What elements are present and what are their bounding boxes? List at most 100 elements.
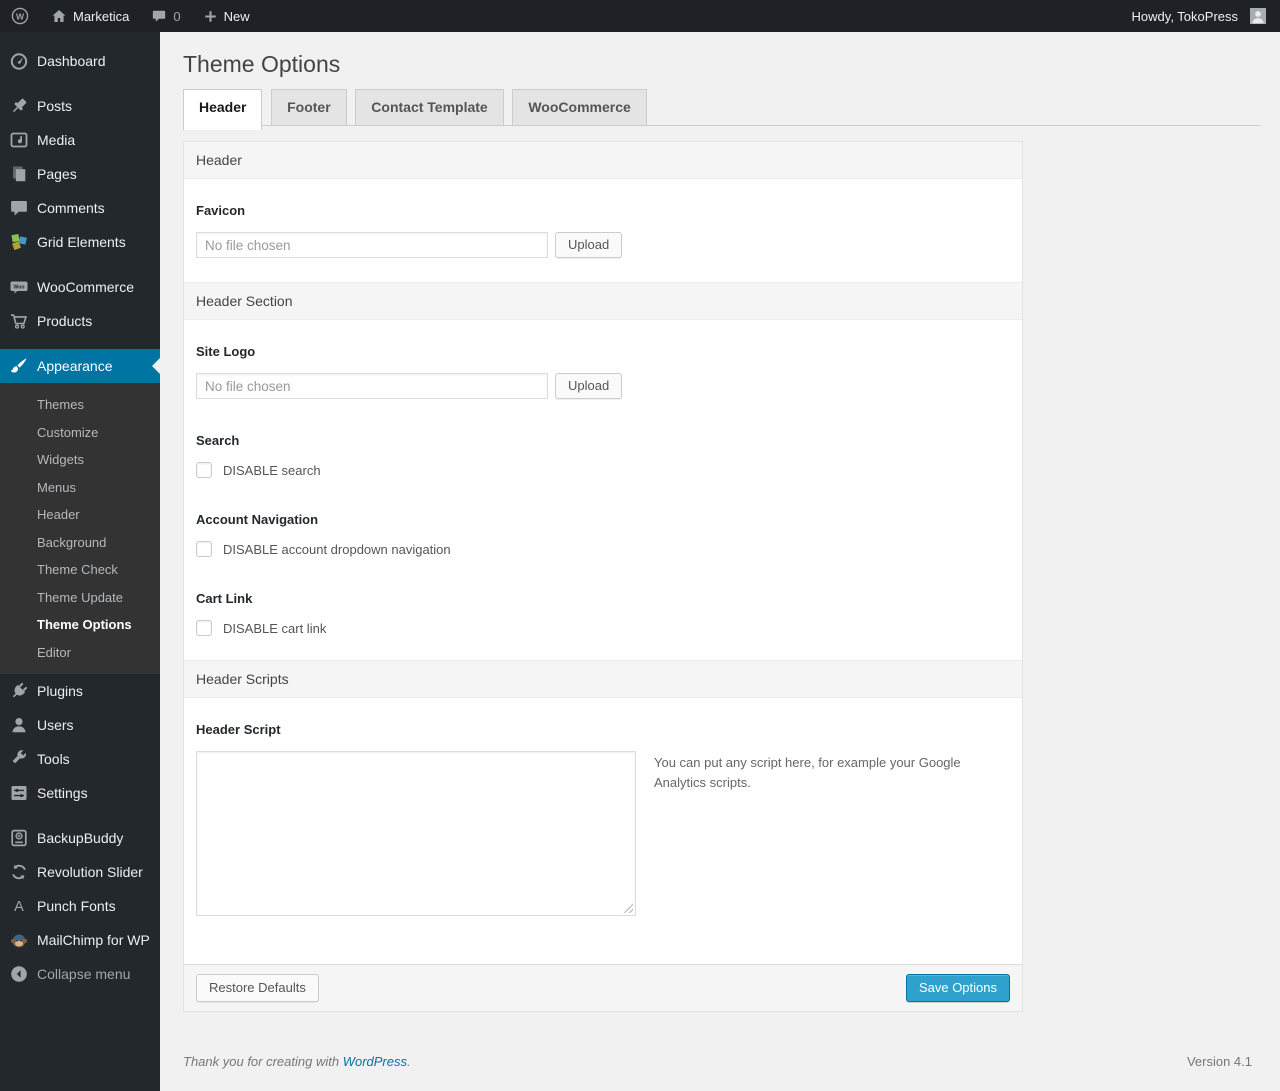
collapse-menu-button[interactable]: Collapse menu: [0, 957, 160, 991]
sidebar-item-backupbuddy[interactable]: BackupBuddy: [0, 821, 160, 855]
sidebar-item-posts[interactable]: Posts: [0, 89, 160, 123]
submenu-item-widgets[interactable]: Widgets: [0, 446, 160, 474]
search-label: Search: [196, 433, 240, 448]
pushpin-icon: [0, 96, 37, 116]
my-account-link[interactable]: Howdy, TokoPress: [1128, 0, 1242, 32]
mailchimp-monkey-icon: [0, 930, 37, 950]
page-title: Theme Options: [183, 51, 341, 77]
submenu-item-header[interactable]: Header: [0, 501, 160, 529]
section-header-body: Favicon Upload: [184, 179, 1022, 282]
sidebar-item-users[interactable]: Users: [0, 708, 160, 742]
avatar: [1250, 8, 1266, 24]
grid-elements-icon: [0, 232, 37, 252]
sidebar-item-comments[interactable]: Comments: [0, 191, 160, 225]
theme-options-panel: Header Favicon Upload Header Section Sit…: [183, 141, 1023, 1012]
sidebar-item-label: Punch Fonts: [37, 898, 116, 914]
wordpress-admin-screen: W Marketica 0 New Howdy, TokoPress Dashb…: [0, 0, 1280, 1091]
sidebar-item-mailchimp[interactable]: MailChimp for WP: [0, 923, 160, 957]
cart-link-field-group: Cart Link DISABLE cart link: [196, 591, 1010, 636]
restore-defaults-button[interactable]: Restore Defaults: [196, 974, 319, 1002]
new-label: New: [223, 8, 250, 24]
menu-separator: [0, 338, 160, 349]
user-icon: [0, 715, 37, 735]
site-name-link[interactable]: Marketica: [40, 0, 140, 32]
submenu-item-theme-update[interactable]: Theme Update: [0, 584, 160, 612]
tab-footer[interactable]: Footer: [271, 89, 347, 125]
comments-count-badge: 0: [173, 8, 181, 24]
sidebar-item-settings[interactable]: Settings: [0, 776, 160, 810]
section-header-section: Header Section: [184, 282, 1022, 320]
favicon-file-input[interactable]: [196, 232, 548, 258]
site-logo-label: Site Logo: [196, 344, 256, 359]
new-content-menu[interactable]: New: [192, 0, 261, 32]
tab-header[interactable]: Header: [183, 89, 263, 130]
favicon-upload-button[interactable]: Upload: [555, 232, 623, 258]
disable-account-nav-label[interactable]: DISABLE account dropdown navigation: [223, 542, 451, 557]
submenu-item-customize[interactable]: Customize: [0, 419, 160, 447]
comments-adminbar-link[interactable]: 0: [140, 0, 191, 32]
submenu-item-menus[interactable]: Menus: [0, 474, 160, 502]
sidebar-item-label: Grid Elements: [37, 234, 126, 250]
appearance-submenu: Themes Customize Widgets Menus Header Ba…: [0, 383, 160, 674]
svg-text:Woo: Woo: [13, 284, 24, 290]
sidebar-item-label: Media: [37, 132, 76, 148]
sidebar-item-label: Tools: [37, 751, 70, 767]
sidebar-item-punch-fonts[interactable]: A Punch Fonts: [0, 889, 160, 923]
site-logo-file-input[interactable]: [196, 373, 548, 399]
site-logo-upload-button[interactable]: Upload: [555, 373, 623, 399]
sidebar-item-label: Products: [37, 313, 93, 329]
disable-search-checkbox[interactable]: [196, 462, 212, 478]
header-script-textarea[interactable]: [196, 751, 636, 916]
sidebar-item-media[interactable]: Media: [0, 123, 160, 157]
sidebar-item-tools[interactable]: Tools: [0, 742, 160, 776]
comment-bubble-icon: [151, 8, 167, 24]
sidebar-item-woocommerce[interactable]: Woo WooCommerce: [0, 270, 160, 304]
sidebar-item-label: Comments: [37, 200, 105, 216]
paintbrush-icon: [0, 356, 37, 376]
sidebar-item-dashboard[interactable]: Dashboard: [0, 44, 160, 78]
dashboard-icon: [0, 51, 37, 71]
refresh-arrows-icon: [0, 862, 37, 882]
sidebar-item-appearance[interactable]: Appearance: [0, 349, 160, 383]
section-header-scripts: Header Scripts: [184, 660, 1022, 698]
sidebar-item-label: Revolution Slider: [37, 864, 143, 880]
save-options-button[interactable]: Save Options: [905, 974, 1010, 1002]
howdy-label: Howdy, TokoPress: [1131, 8, 1238, 24]
header-script-label: Header Script: [196, 722, 281, 737]
site-logo-field-group: Site Logo Upload: [196, 344, 1010, 399]
sidebar-item-label: Dashboard: [37, 53, 106, 69]
wp-logo-menu[interactable]: W: [0, 0, 40, 32]
sidebar-item-pages[interactable]: Pages: [0, 157, 160, 191]
home-icon: [51, 8, 67, 24]
header-script-field-group: Header Script You can put any script her…: [196, 722, 1010, 916]
submenu-item-editor[interactable]: Editor: [0, 639, 160, 667]
sidebar-item-label: Users: [37, 717, 74, 733]
tab-woocommerce[interactable]: WooCommerce: [512, 89, 647, 125]
version-label: Version 4.1: [1186, 1054, 1252, 1069]
sidebar-item-products[interactable]: Products: [0, 304, 160, 338]
disable-search-label[interactable]: DISABLE search: [223, 463, 321, 478]
sidebar-item-revolution-slider[interactable]: Revolution Slider: [0, 855, 160, 889]
submenu-item-theme-check[interactable]: Theme Check: [0, 556, 160, 584]
header-script-textarea-wrap: [196, 751, 636, 916]
wordpress-logo-icon: W: [11, 7, 29, 25]
submenu-item-theme-options[interactable]: Theme Options: [0, 611, 160, 639]
tabs-divider: [183, 125, 1260, 126]
site-name-label: Marketica: [73, 8, 130, 24]
wordpress-link[interactable]: WordPress: [343, 1054, 407, 1069]
submenu-item-background[interactable]: Background: [0, 529, 160, 557]
disable-cart-link-label[interactable]: DISABLE cart link: [223, 621, 326, 636]
settings-sliders-icon: [0, 783, 37, 803]
disable-account-nav-checkbox[interactable]: [196, 541, 212, 557]
sidebar-item-plugins[interactable]: Plugins: [0, 674, 160, 708]
wrench-icon: [0, 749, 37, 769]
svg-text:A: A: [14, 899, 24, 915]
sidebar-item-grid-elements[interactable]: Grid Elements: [0, 225, 160, 259]
sidebar-item-label: Appearance: [37, 358, 113, 374]
disable-cart-link-checkbox[interactable]: [196, 620, 212, 636]
panel-footer: Restore Defaults Save Options: [184, 964, 1022, 1011]
tab-contact-template[interactable]: Contact Template: [355, 89, 504, 125]
comments-icon: [0, 198, 37, 218]
submenu-item-themes[interactable]: Themes: [0, 391, 160, 419]
favicon-field-group: Favicon Upload: [196, 203, 1010, 258]
